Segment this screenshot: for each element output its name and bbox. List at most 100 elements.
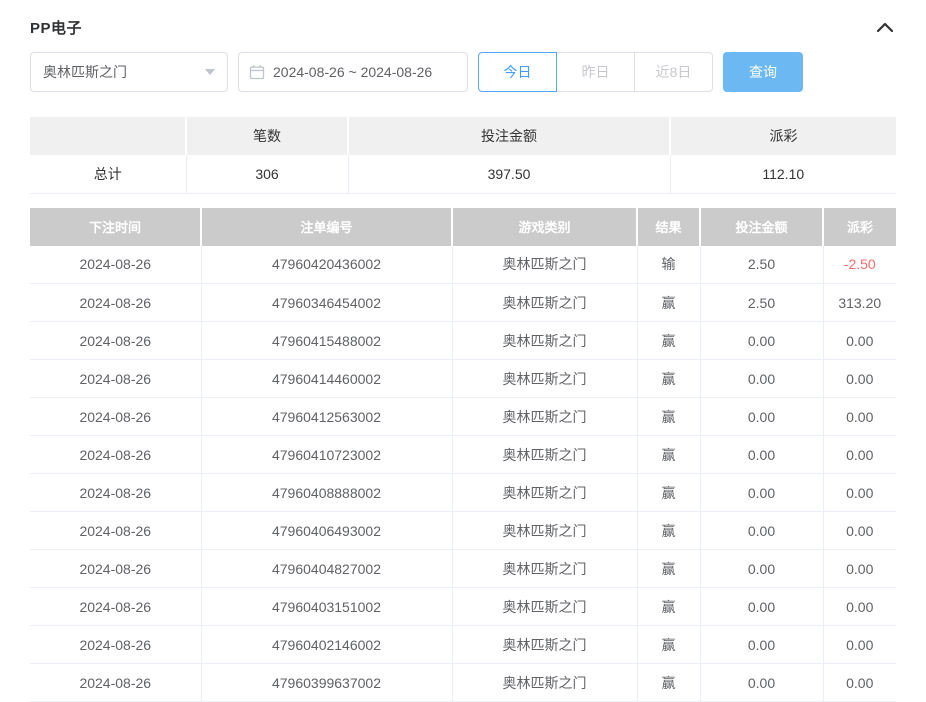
date-range-picker[interactable]: 2024-08-26 ~ 2024-08-26 [238,52,468,92]
cell-bet-amount: 0.00 [700,550,823,588]
cell-order-id: 47960404827002 [201,550,452,588]
cell-order-id: 47960412563002 [201,398,452,436]
cell-order-id: 47960410723002 [201,436,452,474]
collapse-button[interactable] [874,20,896,35]
summary-header-empty [30,117,186,155]
cell-bet-amount: 0.00 [700,398,823,436]
cell-order-id: 47960414460002 [201,360,452,398]
cell-game-type: 奥林匹斯之门 [452,246,637,284]
table-row: 2024-08-2647960414460002奥林匹斯之门赢0.000.00 [30,360,896,398]
cell-bet-amount: 0.00 [700,436,823,474]
summary-total-label: 总计 [30,155,186,193]
table-row: 2024-08-2647960346454002奥林匹斯之门赢2.50313.2… [30,284,896,322]
cell-bet-amount: 0.00 [700,512,823,550]
cell-order-id: 47960402146002 [201,626,452,664]
summary-header-count: 笔数 [186,117,348,155]
table-row: 2024-08-2647960399637002奥林匹斯之门赢0.000.00 [30,664,896,702]
table-row: 2024-08-2647960420436002奥林匹斯之门输2.50-2.50 [30,246,896,284]
header-bet-time: 下注时间 [30,208,201,246]
cell-result: 输 [637,246,700,284]
last-8-days-button[interactable]: 近8日 [634,52,713,92]
cell-result: 赢 [637,284,700,322]
chevron-up-icon [876,21,894,36]
summary-header-payout: 派彩 [670,117,896,155]
cell-payout: 0.00 [823,322,896,360]
header-payout: 派彩 [823,208,896,246]
cell-result: 赢 [637,550,700,588]
cell-bet-time: 2024-08-26 [30,626,201,664]
cell-game-type: 奥林匹斯之门 [452,664,637,702]
filter-bar: 奥林匹斯之门 2024-08-26 ~ 2024-08-26 今日 昨日 近8日… [30,52,896,92]
cell-bet-time: 2024-08-26 [30,550,201,588]
cell-payout: 0.00 [823,474,896,512]
summary-total-row: 总计 306 397.50 112.10 [30,155,896,193]
summary-total-count: 306 [186,155,348,193]
cell-bet-time: 2024-08-26 [30,284,201,322]
summary-header-row: 笔数 投注金额 派彩 [30,117,896,155]
cell-bet-time: 2024-08-26 [30,360,201,398]
cell-payout: 0.00 [823,436,896,474]
cell-bet-time: 2024-08-26 [30,474,201,512]
pp-games-panel: PP电子 奥林匹斯之门 2024-08-26 ~ 2024 [0,0,926,702]
cell-order-id: 47960346454002 [201,284,452,322]
summary-table: 笔数 投注金额 派彩 总计 306 397.50 112.10 [30,117,896,194]
today-button[interactable]: 今日 [478,52,557,92]
cell-payout: 0.00 [823,360,896,398]
table-row: 2024-08-2647960408888002奥林匹斯之门赢0.000.00 [30,474,896,512]
cell-bet-time: 2024-08-26 [30,246,201,284]
table-row: 2024-08-2647960412563002奥林匹斯之门赢0.000.00 [30,398,896,436]
cell-order-id: 47960403151002 [201,588,452,626]
summary-total-payout: 112.10 [670,155,896,193]
cell-bet-amount: 0.00 [700,626,823,664]
cell-game-type: 奥林匹斯之门 [452,360,637,398]
game-select[interactable]: 奥林匹斯之门 [30,52,228,92]
cell-result: 赢 [637,664,700,702]
table-row: 2024-08-2647960410723002奥林匹斯之门赢0.000.00 [30,436,896,474]
cell-order-id: 47960399637002 [201,664,452,702]
cell-bet-amount: 2.50 [700,246,823,284]
table-row: 2024-08-2647960406493002奥林匹斯之门赢0.000.00 [30,512,896,550]
cell-bet-amount: 0.00 [700,588,823,626]
chevron-down-icon [205,69,215,75]
cell-bet-time: 2024-08-26 [30,588,201,626]
cell-result: 赢 [637,626,700,664]
bet-records-table: 下注时间 注单编号 游戏类别 结果 投注金额 派彩 2024-08-264796… [30,208,896,702]
cell-payout: 0.00 [823,550,896,588]
bet-records-body: 2024-08-2647960420436002奥林匹斯之门输2.50-2.50… [30,246,896,702]
cell-game-type: 奥林匹斯之门 [452,626,637,664]
cell-result: 赢 [637,474,700,512]
search-button[interactable]: 查询 [723,52,803,92]
quick-date-button-group: 今日 昨日 近8日 [478,52,713,92]
cell-payout: 0.00 [823,664,896,702]
cell-bet-time: 2024-08-26 [30,398,201,436]
header-game-type: 游戏类别 [452,208,637,246]
cell-result: 赢 [637,322,700,360]
cell-bet-time: 2024-08-26 [30,664,201,702]
cell-game-type: 奥林匹斯之门 [452,474,637,512]
cell-order-id: 47960420436002 [201,246,452,284]
cell-result: 赢 [637,398,700,436]
cell-bet-amount: 2.50 [700,284,823,322]
cell-payout: 0.00 [823,588,896,626]
cell-game-type: 奥林匹斯之门 [452,322,637,360]
panel-header: PP电子 [30,15,896,39]
detail-header-row: 下注时间 注单编号 游戏类别 结果 投注金额 派彩 [30,208,896,246]
summary-header-bet-amount: 投注金额 [348,117,670,155]
cell-order-id: 47960408888002 [201,474,452,512]
cell-game-type: 奥林匹斯之门 [452,284,637,322]
cell-result: 赢 [637,360,700,398]
header-result: 结果 [637,208,700,246]
table-row: 2024-08-2647960402146002奥林匹斯之门赢0.000.00 [30,626,896,664]
cell-bet-time: 2024-08-26 [30,436,201,474]
cell-payout: -2.50 [823,246,896,284]
cell-bet-amount: 0.00 [700,664,823,702]
cell-game-type: 奥林匹斯之门 [452,588,637,626]
yesterday-button[interactable]: 昨日 [556,52,635,92]
cell-payout: 0.00 [823,626,896,664]
cell-game-type: 奥林匹斯之门 [452,512,637,550]
cell-order-id: 47960406493002 [201,512,452,550]
cell-result: 赢 [637,588,700,626]
cell-result: 赢 [637,512,700,550]
cell-game-type: 奥林匹斯之门 [452,550,637,588]
cell-bet-amount: 0.00 [700,322,823,360]
